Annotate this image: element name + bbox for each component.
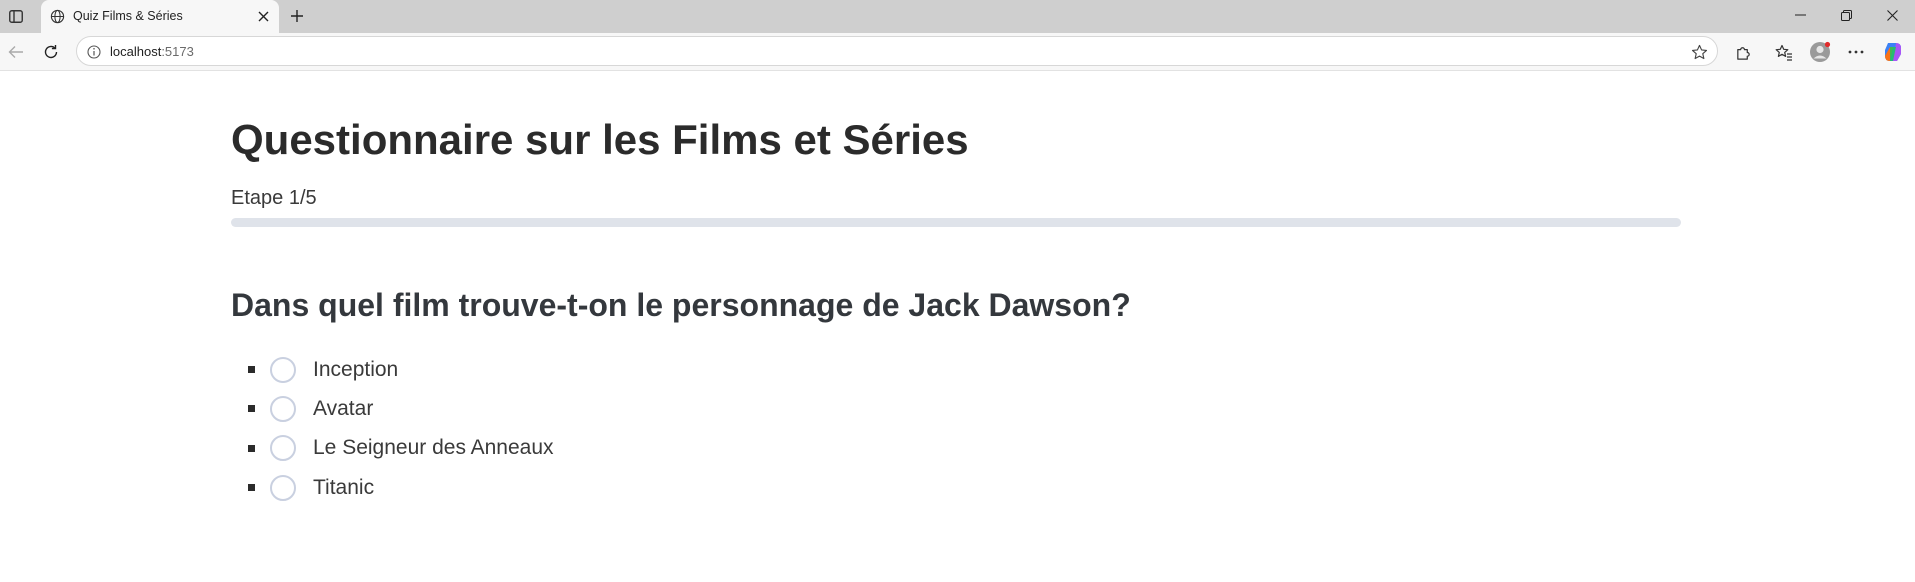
puzzle-icon[interactable]	[1729, 38, 1757, 66]
more-icon[interactable]	[1842, 38, 1870, 66]
list-bullet	[248, 405, 255, 413]
list-bullet	[248, 444, 255, 452]
star-icon[interactable]	[1689, 42, 1709, 62]
answer-radio[interactable]	[270, 435, 296, 462]
url-port: :5173	[161, 44, 194, 59]
answer-option-label[interactable]: Le Seigneur des Anneaux	[313, 436, 554, 460]
answer-options-list: Inception Avatar Le Seigneur des Anneaux…	[248, 350, 554, 507]
answer-option[interactable]: Titanic	[248, 468, 554, 507]
quiz-page: Questionnaire sur les Films et Séries Et…	[0, 72, 1915, 582]
sidebar-toggle-icon[interactable]	[5, 6, 27, 26]
answer-option-label[interactable]: Avatar	[313, 397, 373, 421]
refresh-icon[interactable]	[37, 38, 65, 66]
answer-option-label[interactable]: Inception	[313, 358, 398, 382]
answer-option-label[interactable]: Titanic	[313, 476, 374, 500]
back-arrow-icon[interactable]	[2, 38, 30, 66]
page-title: Questionnaire sur les Films et Séries	[231, 116, 969, 163]
answer-radio[interactable]	[270, 395, 296, 422]
close-window-icon[interactable]	[1869, 0, 1915, 30]
globe-icon	[47, 6, 67, 26]
step-indicator: Etape 1/5	[231, 187, 317, 209]
answer-radio[interactable]	[270, 474, 296, 501]
new-tab-button[interactable]	[285, 4, 309, 28]
list-bullet	[248, 484, 255, 492]
profile-icon[interactable]	[1806, 38, 1834, 66]
tab-strip: Quiz Films & Séries	[0, 0, 1915, 33]
answer-radio[interactable]	[270, 356, 296, 383]
minimize-icon[interactable]	[1777, 0, 1823, 30]
active-tab[interactable]: Quiz Films & Séries	[41, 0, 279, 33]
tab-title: Quiz Films & Séries	[73, 9, 183, 23]
favorites-icon[interactable]	[1770, 38, 1798, 66]
list-bullet	[248, 366, 255, 374]
url-text: localhost:5173	[110, 44, 194, 59]
progress-bar	[231, 218, 1681, 227]
close-tab-icon[interactable]	[253, 6, 273, 26]
answer-option[interactable]: Inception	[248, 350, 554, 389]
browser-toolbar: localhost:5173	[0, 33, 1915, 71]
restore-icon[interactable]	[1823, 0, 1869, 30]
info-icon[interactable]	[85, 43, 103, 61]
question-text: Dans quel film trouve-t-on le personnage…	[231, 287, 1131, 323]
answer-option[interactable]: Avatar	[248, 389, 554, 428]
url-host: localhost	[110, 44, 162, 59]
address-bar[interactable]: localhost:5173	[76, 36, 1718, 66]
copilot-icon[interactable]	[1879, 38, 1907, 66]
answer-option[interactable]: Le Seigneur des Anneaux	[248, 429, 554, 468]
